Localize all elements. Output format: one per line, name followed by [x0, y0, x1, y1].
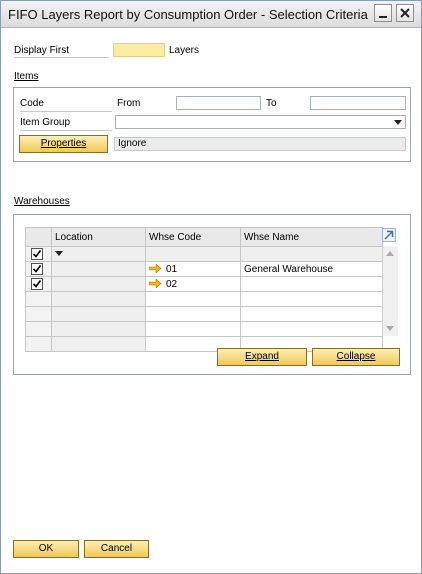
cancel-button[interactable]: Cancel	[84, 540, 149, 558]
whse-code-cell: 01	[145, 261, 241, 277]
whse-name-cell	[240, 276, 383, 292]
code-label: Code	[20, 98, 44, 109]
code-to-input[interactable]	[310, 96, 406, 110]
item-group-label: Item Group	[20, 117, 71, 128]
expand-table-icon[interactable]	[382, 228, 396, 242]
filter-cell-whse-name[interactable]	[240, 246, 383, 262]
properties-button-label: Properties	[40, 138, 87, 149]
cancel-button-label: Cancel	[100, 543, 133, 554]
filter-cell-whse-code[interactable]	[145, 246, 241, 262]
window-title: FIFO Layers Report by Consumption Order …	[8, 7, 368, 22]
location-cell	[51, 276, 146, 292]
table-row[interactable]	[25, 246, 383, 262]
table-header-row: Location Whse Code Whse Name	[25, 227, 383, 247]
column-header-select	[25, 227, 52, 247]
row-checkbox-cell[interactable]	[25, 276, 52, 292]
table-row[interactable]: 01 General Warehouse	[25, 261, 383, 277]
link-arrow-icon[interactable]	[149, 264, 162, 274]
display-first-underline	[14, 57, 109, 58]
to-label: To	[266, 98, 277, 109]
whse-name-cell: General Warehouse	[240, 261, 383, 277]
checkmark-icon	[32, 250, 42, 258]
expand-button[interactable]: Expand	[217, 348, 307, 366]
ok-button-label: OK	[38, 543, 54, 554]
scroll-up-icon[interactable]	[386, 251, 394, 256]
selection-criteria-window: FIFO Layers Report by Consumption Order …	[0, 0, 422, 574]
code-underline	[20, 111, 112, 112]
empty-table-row	[25, 321, 383, 337]
row-checkbox[interactable]	[31, 278, 43, 290]
code-from-input[interactable]	[176, 96, 261, 110]
warehouses-table: Location Whse Code Whse Name 01 General …	[25, 227, 383, 352]
layers-label: Layers	[169, 45, 200, 56]
display-first-input[interactable]	[113, 43, 165, 57]
expand-button-label: Expand	[245, 351, 279, 362]
display-first-label: Display First	[14, 45, 70, 56]
item-group-select[interactable]	[115, 115, 406, 129]
row-checkbox-cell[interactable]	[25, 246, 52, 262]
items-section-label: Items	[14, 71, 39, 82]
warehouses-section-label: Warehouses	[14, 196, 70, 207]
row-checkbox[interactable]	[31, 248, 43, 260]
column-header-whse-name[interactable]: Whse Name	[240, 227, 383, 247]
item-group-underline	[20, 130, 112, 131]
link-arrow-icon[interactable]	[149, 279, 162, 289]
table-scrollbar[interactable]	[382, 246, 398, 336]
chevron-down-icon	[394, 120, 402, 125]
ok-button[interactable]: OK	[13, 540, 79, 558]
minimize-icon	[379, 16, 387, 18]
properties-button[interactable]: Properties	[19, 135, 108, 153]
properties-value: Ignore	[114, 137, 406, 151]
scroll-down-icon[interactable]	[386, 326, 394, 331]
empty-table-row	[25, 306, 383, 322]
checkmark-icon	[32, 265, 42, 273]
close-button[interactable]	[396, 4, 414, 22]
empty-table-row	[25, 291, 383, 307]
close-icon	[400, 8, 410, 18]
whse-code-cell: 02	[145, 276, 241, 292]
collapse-button[interactable]: Collapse	[312, 348, 400, 366]
row-checkbox[interactable]	[31, 263, 43, 275]
checkmark-icon	[32, 280, 42, 288]
collapse-button-label: Collapse	[336, 351, 376, 362]
column-header-whse-code[interactable]: Whse Code	[145, 227, 241, 247]
location-cell	[51, 261, 146, 277]
column-header-location[interactable]: Location	[51, 227, 146, 247]
minimize-button[interactable]	[374, 4, 392, 22]
from-label: From	[117, 98, 141, 109]
table-row[interactable]: 02	[25, 276, 383, 292]
filter-dropdown-icon	[55, 250, 63, 256]
title-bar[interactable]: FIFO Layers Report by Consumption Order …	[1, 1, 421, 28]
row-checkbox-cell[interactable]	[25, 261, 52, 277]
filter-cell-location[interactable]	[51, 246, 146, 262]
